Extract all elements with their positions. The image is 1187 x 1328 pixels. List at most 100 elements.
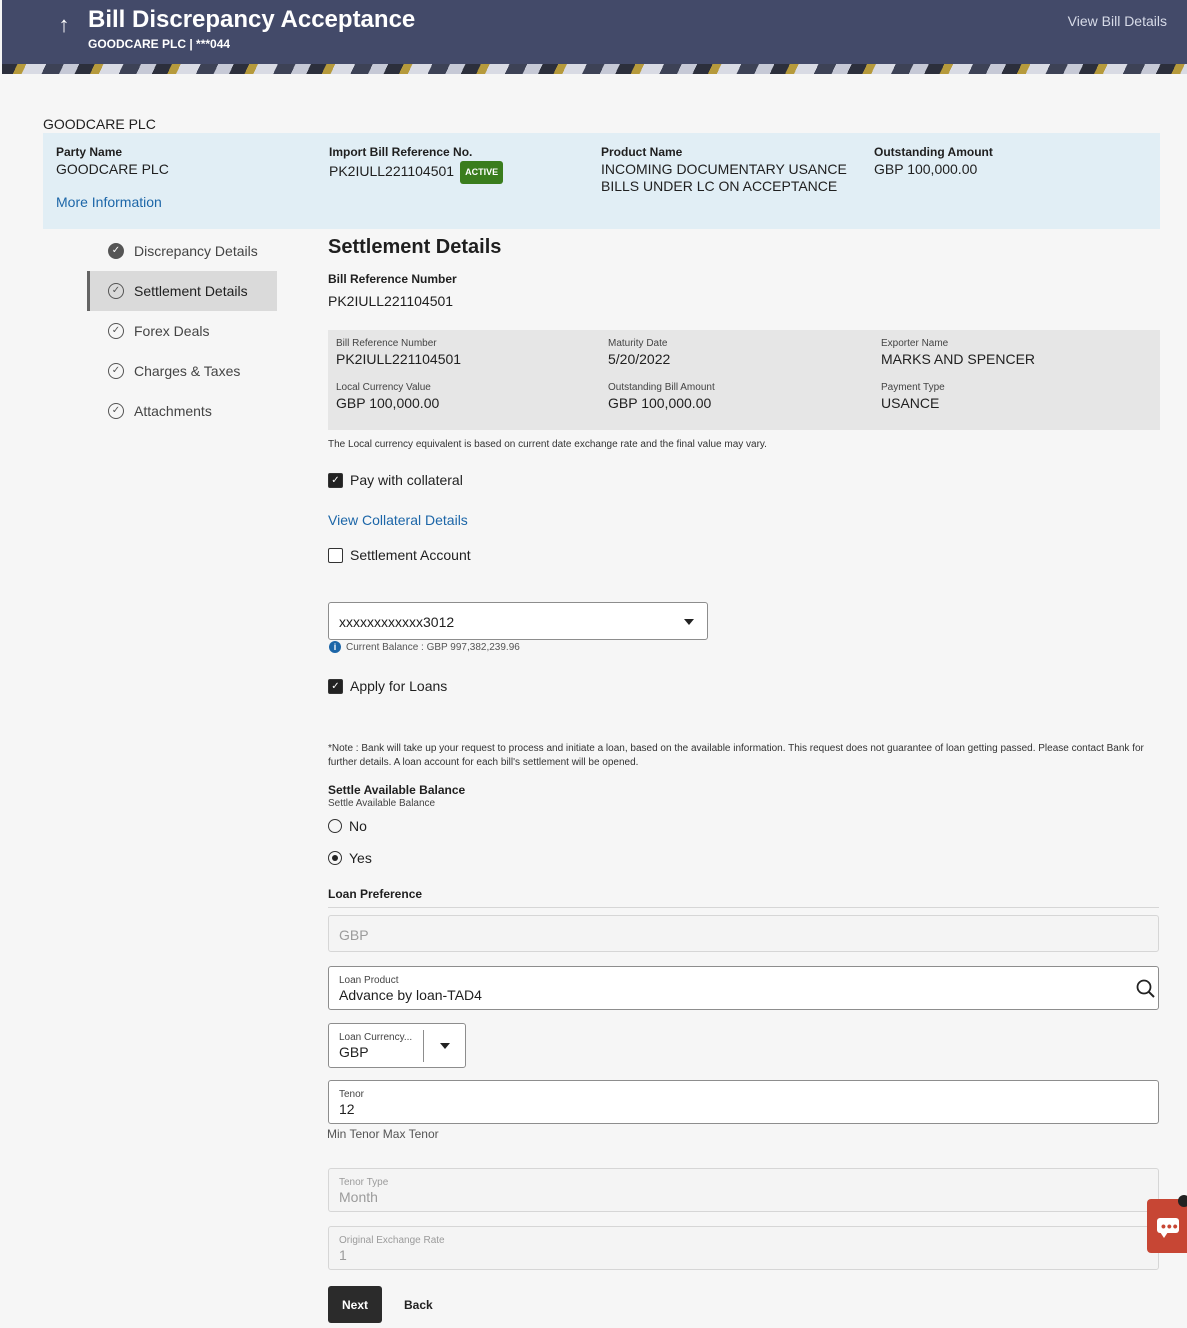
settlement-account-select[interactable]: xxxxxxxxxxxx3012 [328,602,708,640]
radio-unselected-icon [328,819,342,833]
chat-button[interactable]: ••• [1147,1199,1187,1253]
info-label: Local Currency Value [336,382,431,393]
tenor-field[interactable]: Tenor 12 [328,1080,1159,1124]
header-decorative-band [2,64,1187,74]
info-icon: i [329,641,341,653]
tenor-hint: Min Tenor Max Tenor [327,1127,439,1141]
field-value: Month [339,1189,378,1205]
field-value: Advance by loan-TAD4 [339,987,482,1003]
radio-selected-icon [328,851,342,865]
info-outstanding-amount: Outstanding Bill Amount GBP 100,000.00 [608,382,715,411]
check-circle-icon: ✓ [108,283,124,299]
import-ref-value: PK2IULL221104501 [329,163,455,179]
loan-preference-currency-field: GBP [328,915,1159,952]
view-bill-details-link[interactable]: View Bill Details [1068,13,1167,29]
field-label: Tenor [339,1089,365,1100]
chevron-down-icon [684,619,694,625]
import-ref-column: Import Bill Reference No. PK2IULL2211045… [329,145,504,184]
outstanding-label: Outstanding Amount [874,145,993,159]
info-value: PK2IULL221104501 [336,351,462,367]
bill-ref-label: Bill Reference Number [328,272,457,286]
info-label: Maturity Date [608,338,668,349]
product-name-value: INCOMING DOCUMENTARY USANCE BILLS UNDER … [601,161,847,194]
info-maturity-date: Maturity Date 5/20/2022 [608,338,670,367]
field-value: 1 [339,1247,347,1263]
exchange-rate-note: The Local currency equivalent is based o… [328,439,767,450]
field-label: Loan Currency... [339,1032,413,1043]
section-title: Settlement Details [328,236,502,258]
info-value: MARKS AND SPENCER [881,351,1036,367]
info-label: Outstanding Bill Amount [608,382,715,393]
search-icon[interactable] [1136,979,1156,999]
party-name-value: GOODCARE PLC [56,161,169,177]
outstanding-value: GBP 100,000.00 [874,161,978,177]
chat-notification-dot [1178,1195,1187,1207]
step-settlement-details[interactable]: ✓ Settlement Details [87,271,277,311]
step-label: Discrepancy Details [134,243,258,259]
info-bill-ref: Bill Reference Number PK2IULL221104501 [336,338,461,367]
step-charges-taxes[interactable]: ✓ Charges & Taxes [87,351,277,391]
loan-currency-select[interactable]: Loan Currency... GBP [328,1023,466,1068]
checkbox-unchecked-icon [328,547,343,563]
outstanding-column: Outstanding Amount GBP 100,000.00 [874,145,993,178]
field-value: GBP [339,1044,369,1060]
chevron-down-icon [440,1043,450,1049]
settlement-account-checkbox[interactable]: Settlement Account [328,547,471,563]
info-label: Bill Reference Number [336,338,437,349]
exchange-rate-field: Original Exchange Rate 1 [328,1226,1159,1270]
check-circle-icon: ✓ [108,363,124,379]
import-ref-value-row: PK2IULL221104501 ACTIVE [329,161,504,184]
radio-label: Yes [349,850,372,866]
back-button[interactable]: Back [398,1286,439,1323]
loan-product-field[interactable]: Loan Product Advance by loan-TAD4 [328,966,1159,1010]
field-value: GBP [339,927,369,943]
settle-balance-subtitle: Settle Available Balance [328,798,436,809]
field-label: Loan Product [339,975,399,986]
info-value: USANCE [881,395,940,411]
settle-balance-title: Settle Available Balance [328,783,466,797]
step-discrepancy-details[interactable]: ✓ Discrepancy Details [87,231,277,271]
company-name: GOODCARE PLC [43,116,156,132]
step-label: Settlement Details [134,283,248,299]
page-title: Bill Discrepancy Acceptance [88,6,416,33]
more-information-link[interactable]: More Information [56,194,162,210]
view-collateral-details-link[interactable]: View Collateral Details [328,512,468,528]
current-balance: Current Balance : GBP 997,382,239.96 [346,641,520,653]
step-label: Attachments [134,403,212,419]
apply-for-loans-checkbox[interactable]: ✓ Apply for Loans [328,678,447,694]
field-label: Original Exchange Rate [339,1235,445,1246]
radio-yes[interactable]: Yes [328,850,372,866]
current-balance-row: i Current Balance : GBP 997,382,239.96 [328,641,520,653]
check-circle-icon: ✓ [108,323,124,339]
next-button[interactable]: Next [328,1286,382,1323]
info-value: 5/20/2022 [608,351,671,367]
step-forex-deals[interactable]: ✓ Forex Deals [87,311,277,351]
page-subtitle: GOODCARE PLC | ***044 [88,37,231,51]
party-name-column: Party Name GOODCARE PLC [56,145,169,178]
product-name-column: Product Name INCOMING DOCUMENTARY USANCE… [601,145,871,195]
radio-label: No [349,818,367,834]
bill-summary-panel: Party Name GOODCARE PLC Import Bill Refe… [43,133,1160,229]
bill-ref-value: PK2IULL221104501 [328,293,454,309]
product-name-label: Product Name [601,145,683,159]
checkbox-label: Settlement Account [350,547,471,563]
info-payment-type: Payment Type USANCE [881,382,945,411]
page-header: ↑ Bill Discrepancy Acceptance GOODCARE P… [2,0,1187,74]
step-label: Charges & Taxes [134,363,241,379]
chat-dots: ••• [1161,1218,1179,1234]
field-value: 12 [339,1101,355,1117]
pay-with-collateral-checkbox[interactable]: ✓ Pay with collateral [328,472,463,488]
info-label: Payment Type [881,382,945,393]
selected-account: xxxxxxxxxxxx3012 [339,614,455,630]
info-local-currency-value: Local Currency Value GBP 100,000.00 [336,382,439,411]
info-label: Exporter Name [881,338,949,349]
check-circle-filled-icon: ✓ [108,243,124,259]
bill-info-box: Bill Reference Number PK2IULL221104501 M… [328,330,1160,430]
loan-preference-title: Loan Preference [328,887,423,901]
divider [423,1030,424,1062]
arrow-up-icon[interactable]: ↑ [52,12,76,38]
info-exporter-name: Exporter Name MARKS AND SPENCER [881,338,1035,367]
info-value: GBP 100,000.00 [608,395,712,411]
radio-no[interactable]: No [328,818,367,834]
step-attachments[interactable]: ✓ Attachments [87,391,277,431]
